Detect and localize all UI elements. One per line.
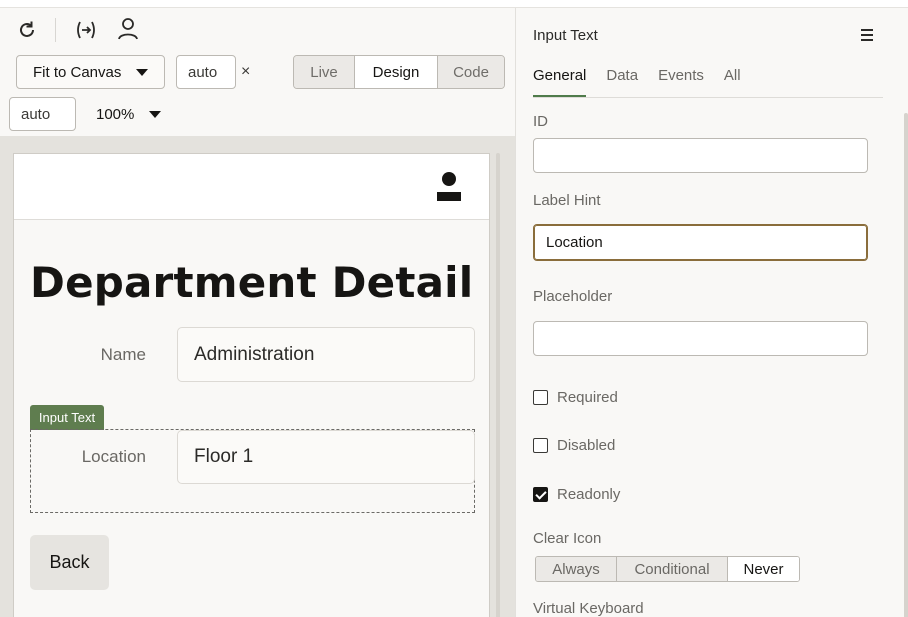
readonly-label: Readonly	[557, 486, 621, 503]
canvas-width-value: auto	[188, 63, 218, 81]
mode-design-button[interactable]: Design	[354, 56, 438, 88]
zoom-chevron-down-icon[interactable]	[149, 111, 161, 118]
chevron-down-icon	[136, 69, 148, 76]
id-label: ID	[533, 113, 548, 130]
placeholder-label: Placeholder	[533, 288, 613, 305]
disabled-checkbox[interactable]: Disabled	[533, 437, 615, 454]
toolbar-divider	[55, 18, 56, 42]
canvas-height-input[interactable]: auto	[9, 97, 76, 131]
mode-switcher: Live Design Code	[293, 55, 505, 89]
clear-icon-never-button[interactable]: Never	[727, 557, 799, 581]
tab-data[interactable]: Data	[606, 67, 638, 97]
name-value: Administration	[194, 343, 315, 365]
fit-to-canvas-dropdown[interactable]: Fit to Canvas	[16, 55, 165, 89]
label-hint-label: Label Hint	[533, 192, 601, 209]
top-edge	[0, 0, 908, 8]
tabs-underline	[533, 97, 883, 98]
clear-icon-options: Always Conditional Never	[535, 556, 800, 582]
canvas-scrollbar[interactable]	[496, 153, 500, 617]
name-label: Name	[100, 345, 146, 364]
canvas-width-input[interactable]: auto	[176, 55, 236, 89]
page-header	[14, 154, 489, 220]
location-value: Floor 1	[194, 446, 254, 467]
inspector-title: Input Text	[533, 27, 598, 44]
property-inspector: Input Text General Data Events All ID La…	[516, 8, 908, 617]
fit-to-canvas-label: Fit to Canvas	[33, 63, 122, 81]
tab-general[interactable]: General	[533, 67, 587, 97]
canvas-height-value: auto	[21, 105, 51, 123]
page-title: Department Detail	[30, 258, 474, 307]
inspector-scrollbar[interactable]	[904, 113, 908, 617]
expression-icon[interactable]	[75, 19, 97, 41]
placeholder-input[interactable]	[533, 321, 868, 356]
label-hint-input[interactable]: Location	[533, 224, 868, 261]
required-box[interactable]	[533, 390, 548, 405]
disabled-box[interactable]	[533, 438, 548, 453]
back-button[interactable]: Back	[30, 535, 109, 590]
refresh-icon[interactable]	[16, 19, 38, 41]
menu-icon[interactable]	[861, 29, 873, 41]
zoom-level[interactable]: 100%	[96, 106, 134, 123]
required-label: Required	[557, 389, 618, 406]
disabled-label: Disabled	[557, 437, 616, 454]
designer-area: Fit to Canvas auto × Live Design Code au…	[0, 8, 515, 617]
selected-component-tag: Input Text	[30, 405, 104, 430]
clear-icon-label: Clear Icon	[533, 530, 602, 547]
user-icon[interactable]	[117, 17, 139, 41]
mode-code-button[interactable]: Code	[438, 56, 504, 88]
virtual-keyboard-label: Virtual Keyboard	[533, 600, 644, 617]
inspector-tabs: General Data Events All	[533, 67, 761, 97]
required-checkbox[interactable]: Required	[533, 389, 618, 406]
tab-events[interactable]: Events	[658, 67, 704, 97]
readonly-box[interactable]	[533, 487, 548, 502]
id-input[interactable]	[533, 138, 868, 173]
tab-all[interactable]: All	[724, 67, 741, 97]
mode-live-button[interactable]: Live	[294, 56, 354, 88]
clear-icon-always-button[interactable]: Always	[536, 557, 616, 581]
readonly-checkbox[interactable]: Readonly	[533, 486, 620, 503]
name-field[interactable]: Administration	[177, 327, 475, 382]
page-preview: Department Detail Name Administration In…	[13, 153, 490, 617]
location-field[interactable]: Floor 1	[177, 430, 475, 484]
location-label: Location	[81, 447, 146, 466]
label-hint-value: Location	[546, 234, 603, 251]
clear-icon-conditional-button[interactable]: Conditional	[616, 557, 727, 581]
clear-width-icon[interactable]: ×	[241, 63, 250, 81]
avatar-icon[interactable]	[437, 172, 461, 202]
